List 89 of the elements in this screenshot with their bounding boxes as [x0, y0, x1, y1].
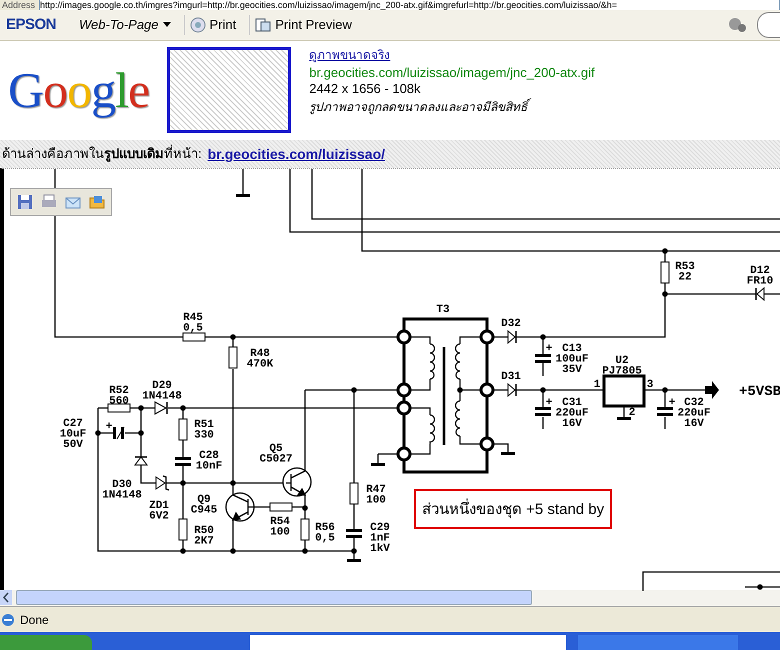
- start-button[interactable]: [0, 634, 92, 650]
- full-size-link[interactable]: ดูภาพขนาดจริง: [309, 44, 595, 64]
- component-label: R47 100: [366, 484, 386, 506]
- address-label: Address: [1, 0, 36, 10]
- component-label: D31: [501, 370, 521, 383]
- web-to-page-dropdown[interactable]: Web-To-Page: [74, 15, 176, 34]
- regulator-box: [602, 374, 646, 408]
- diode-symbol: [154, 400, 168, 414]
- source-page-link[interactable]: br.geocities.com/luizissao/: [208, 146, 386, 162]
- status-text: Done: [20, 612, 49, 627]
- address-field[interactable]: http://images.google.co.th/imgres?imgurl=http://br.geocities.com/luizissao/imagem/jnc_200-atx.gif&imgrefurl=http://br.geocities.com/luizissao/&h=: [39, 0, 780, 10]
- save-icon[interactable]: [17, 194, 33, 210]
- image-dimensions: 2442 x 1656 - 108k: [309, 80, 422, 96]
- component-label: ZD1 6V2: [149, 500, 169, 522]
- component-label: C28 10nF: [196, 450, 222, 472]
- polarity-mark: +: [106, 420, 112, 433]
- polarity-mark: +: [668, 396, 676, 409]
- page-icon: [0, 612, 16, 628]
- diode-symbol: [508, 382, 517, 397]
- diode-symbol: [508, 329, 517, 344]
- copyright-notice: รูปภาพอาจถูกลดขนาดลงและอาจมีลิขสิทธิ์: [309, 96, 595, 116]
- capacitor-symbol: [346, 528, 362, 538]
- ground-symbol: [617, 416, 631, 420]
- component-label: R45 0,5: [183, 312, 203, 334]
- preview-icon: [255, 16, 272, 33]
- google-logo: Google: [8, 61, 150, 120]
- component-label: D12 FR10: [746, 264, 774, 288]
- capacitor-symbol: [175, 456, 191, 466]
- component-label: R53 22: [675, 260, 695, 284]
- resistor-symbol: [108, 403, 130, 412]
- toolbar-button[interactable]: [757, 12, 780, 38]
- component-label: D32: [501, 318, 521, 330]
- resistor-symbol: [178, 518, 188, 540]
- resistor-symbol: [270, 502, 292, 512]
- component-label: Q9 C945: [190, 494, 218, 516]
- pin-label: 3: [646, 378, 654, 391]
- zener-diode-symbol: [156, 474, 170, 490]
- ground-symbol: [371, 462, 385, 466]
- resistor-symbol: [300, 518, 310, 540]
- capacitor-symbol: [657, 406, 673, 416]
- capacitor-symbol: [113, 426, 124, 440]
- brand-logo: EPSON: [6, 16, 56, 34]
- component-label: C32 220uF 16V: [678, 396, 710, 430]
- resistor-symbol: [178, 418, 188, 440]
- component-label: D29 1N4148: [142, 380, 182, 402]
- polarity-mark: +: [546, 396, 552, 409]
- taskbar-field[interactable]: [250, 634, 566, 650]
- component-label: R48 470K: [246, 348, 274, 370]
- component-label: C27 10uF 50V: [60, 418, 86, 451]
- capacitor-symbol: [535, 406, 551, 416]
- component-label: C13 100uF 35V: [556, 342, 588, 376]
- transistor-symbol: [282, 466, 312, 496]
- pin-label: 1: [594, 378, 600, 391]
- polarity-mark: +: [546, 342, 552, 355]
- component-label: R54 100: [270, 516, 290, 538]
- output-arrow-icon: [705, 380, 719, 399]
- scrollbar-thumb[interactable]: [16, 590, 532, 606]
- source-page-text: ด้านล่างคือภาพในรูปแบบเดิมที่หน้า:: [2, 144, 202, 164]
- resistor-symbol: [228, 346, 238, 368]
- diode-symbol: [755, 286, 764, 301]
- source-url: br.geocities.com/luizissao/imagem/jnc_200-atx.gif: [309, 64, 595, 80]
- transistor-symbol: [225, 492, 255, 522]
- component-label: D30 1N4148: [102, 478, 142, 502]
- pin-label: 2: [628, 406, 636, 419]
- thumbnail-placeholder[interactable]: [167, 47, 292, 134]
- folder-icon[interactable]: [89, 194, 105, 210]
- print-preview-button[interactable]: Print Preview: [249, 14, 357, 35]
- ground-symbol: [347, 558, 361, 562]
- component-label: T3: [436, 304, 450, 316]
- resistor-symbol: [350, 482, 358, 504]
- ground-symbol: [236, 194, 250, 197]
- component-label: R52 560: [109, 384, 129, 408]
- component-label: R50 2K7: [194, 524, 214, 548]
- component-label: Q5 C5027: [260, 442, 292, 466]
- resistor-symbol: [660, 261, 670, 284]
- component-label: C29 1nF 1kV: [370, 522, 390, 555]
- diode-symbol: [134, 456, 148, 466]
- component-label: U2 PJ7805: [602, 354, 642, 378]
- capacitor-symbol: [535, 354, 551, 363]
- resistor-symbol: [182, 332, 206, 342]
- component-label: C31 220uF 16V: [556, 396, 588, 430]
- ground-symbol: [501, 452, 515, 455]
- caret-icon: [162, 22, 171, 28]
- scroll-left-button[interactable]: [0, 590, 12, 606]
- horizontal-scrollbar[interactable]: [0, 590, 780, 606]
- component-label: R56 0,5: [315, 522, 335, 544]
- component-label: R51 330: [194, 418, 214, 442]
- annotation-box: ส่วนหนึ่งของชุด +5 stand by: [414, 488, 612, 529]
- print-button[interactable]: Print: [184, 14, 242, 35]
